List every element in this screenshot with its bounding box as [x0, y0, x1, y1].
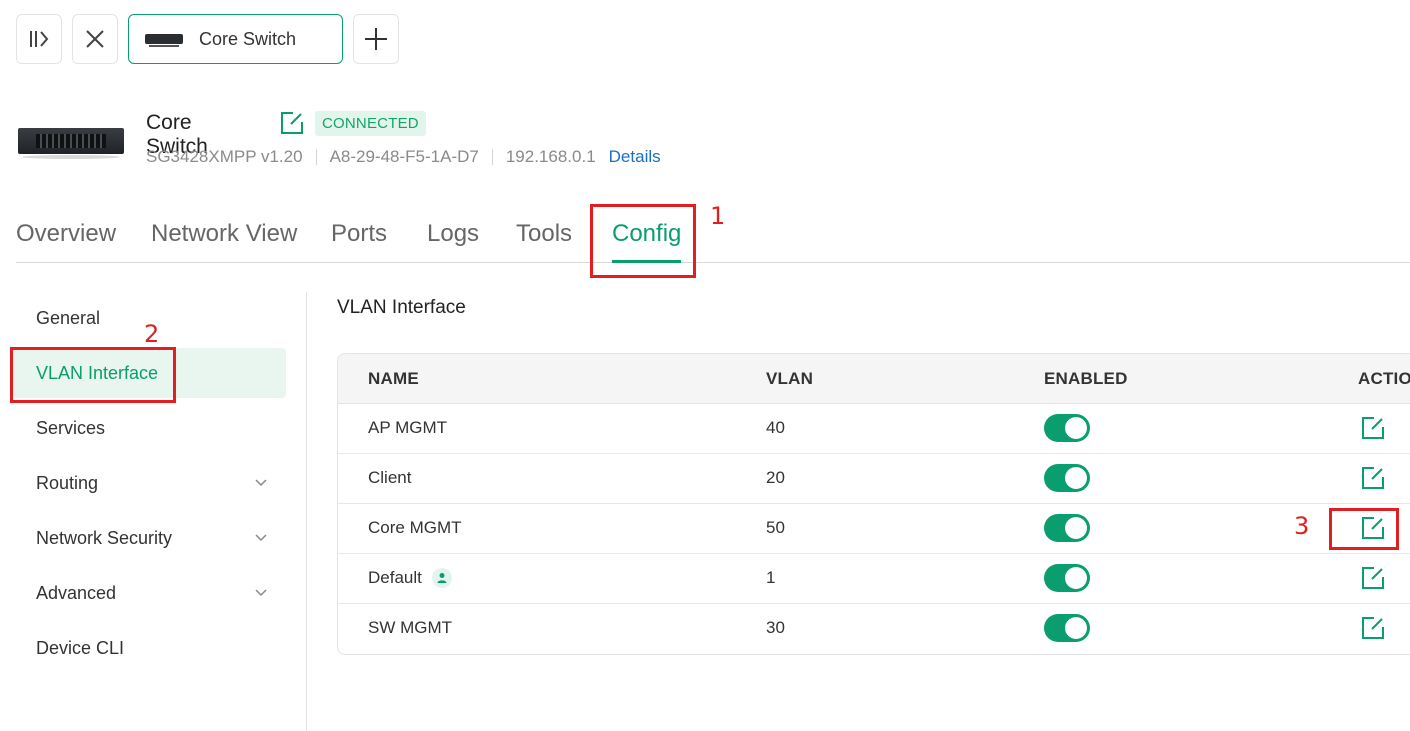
add-tab-button[interactable]	[353, 14, 399, 64]
annotation-number-2: 2	[144, 320, 160, 348]
sidebar-item-advanced[interactable]: Advanced	[12, 568, 286, 618]
vlan-id: 50	[766, 518, 785, 537]
edit-icon	[1362, 617, 1384, 639]
sidebar-item-network-security[interactable]: Network Security	[12, 513, 286, 563]
enabled-toggle[interactable]	[1044, 614, 1090, 642]
enabled-toggle[interactable]	[1044, 414, 1090, 442]
device-ip: 192.168.0.1	[505, 147, 596, 166]
table-row: Default 1	[338, 554, 1410, 604]
edit-icon	[1362, 467, 1384, 489]
device-tab[interactable]: Core Switch	[128, 14, 343, 64]
sidebar-item-services[interactable]: Services	[12, 403, 286, 453]
enabled-toggle[interactable]	[1044, 514, 1090, 542]
edit-name-icon[interactable]	[279, 110, 305, 136]
vlan-id: 30	[766, 618, 785, 637]
chevron-down-icon	[255, 589, 267, 597]
tab-network-view[interactable]: Network View	[151, 220, 297, 248]
edit-button[interactable]	[1360, 465, 1386, 491]
enabled-toggle[interactable]	[1044, 464, 1090, 492]
sidebar-item-routing[interactable]: Routing	[12, 458, 286, 508]
sidebar-item-device-cli[interactable]: Device CLI	[12, 623, 286, 673]
sidebar-item-label: Services	[36, 417, 106, 438]
vlan-name: Default	[368, 568, 422, 587]
chevron-down-icon	[255, 534, 267, 542]
tab-logs[interactable]: Logs	[427, 220, 479, 248]
close-button[interactable]	[72, 14, 118, 64]
sidebar-item-label: General	[36, 307, 101, 328]
tab-overview[interactable]: Overview	[16, 220, 116, 248]
meta-divider	[315, 149, 317, 165]
close-icon	[86, 30, 104, 48]
status-badge: CONNECTED	[315, 111, 426, 136]
vlan-name: SW MGMT	[368, 618, 453, 637]
device-image	[18, 126, 124, 160]
vlan-name: Client	[368, 468, 412, 487]
table-row: AP MGMT 40	[338, 404, 1410, 454]
device-model: SG3428XMPP v1.20	[146, 147, 303, 166]
vlan-id: 40	[766, 418, 785, 437]
sidebar-item-label: Routing	[36, 472, 99, 493]
vlan-id: 20	[766, 468, 785, 487]
vlan-name: Core MGMT	[368, 518, 462, 537]
column-header-enabled: ENABLED	[1044, 369, 1128, 388]
edit-button[interactable]	[1360, 565, 1386, 591]
plus-icon	[365, 28, 387, 50]
device-mac: A8-29-48-F5-1A-D7	[329, 147, 479, 166]
vlan-table: NAME VLAN ENABLED ACTIO AP MGMT 40 Clien…	[337, 353, 1410, 655]
annotation-number-3: 3	[1294, 512, 1310, 540]
edit-icon	[1362, 417, 1384, 439]
edit-button[interactable]	[1360, 415, 1386, 441]
sidebar-item-label: Advanced	[36, 582, 117, 603]
vlan-name-cell: Default	[368, 568, 452, 588]
tab-tools[interactable]: Tools	[516, 220, 572, 248]
collapse-panel-icon	[30, 31, 49, 47]
meta-divider	[491, 149, 493, 165]
switch-thumbnail-icon	[145, 34, 183, 47]
annotation-box-edit-core-mgmt	[1329, 508, 1399, 550]
table-row: SW MGMT 30	[338, 604, 1410, 654]
annotation-box-vlan-interface	[10, 347, 176, 403]
toggle-sidebar-button[interactable]	[16, 14, 62, 64]
column-header-name: NAME	[368, 369, 419, 388]
column-header-action: ACTIO	[1358, 369, 1410, 388]
table-header: NAME VLAN ENABLED ACTIO	[338, 354, 1410, 404]
enabled-toggle[interactable]	[1044, 564, 1090, 592]
tab-ports[interactable]: Ports	[331, 220, 387, 248]
table-row: Client 20	[338, 454, 1410, 504]
edit-icon	[1362, 567, 1384, 589]
top-tab-bar: Core Switch	[16, 14, 399, 64]
vlan-name: AP MGMT	[368, 418, 448, 437]
table-row: Core MGMT 50	[338, 504, 1410, 554]
sidebar-item-label: Network Security	[36, 527, 173, 548]
sidebar-item-label: Device CLI	[36, 637, 125, 658]
details-link[interactable]: Details	[609, 147, 661, 167]
annotation-number-1: 1	[710, 202, 726, 230]
edit-button[interactable]	[1360, 615, 1386, 641]
column-header-vlan: VLAN	[766, 369, 814, 388]
sidebar-divider	[306, 292, 307, 731]
device-meta: SG3428XMPP v1.20 A8-29-48-F5-1A-D7 192.1…	[146, 147, 661, 167]
annotation-box-config-tab	[590, 204, 696, 278]
device-tab-label: Core Switch	[199, 28, 297, 49]
user-icon	[431, 568, 452, 588]
section-title: VLAN Interface	[337, 297, 466, 318]
vlan-id: 1	[766, 568, 776, 587]
chevron-down-icon	[255, 479, 267, 487]
